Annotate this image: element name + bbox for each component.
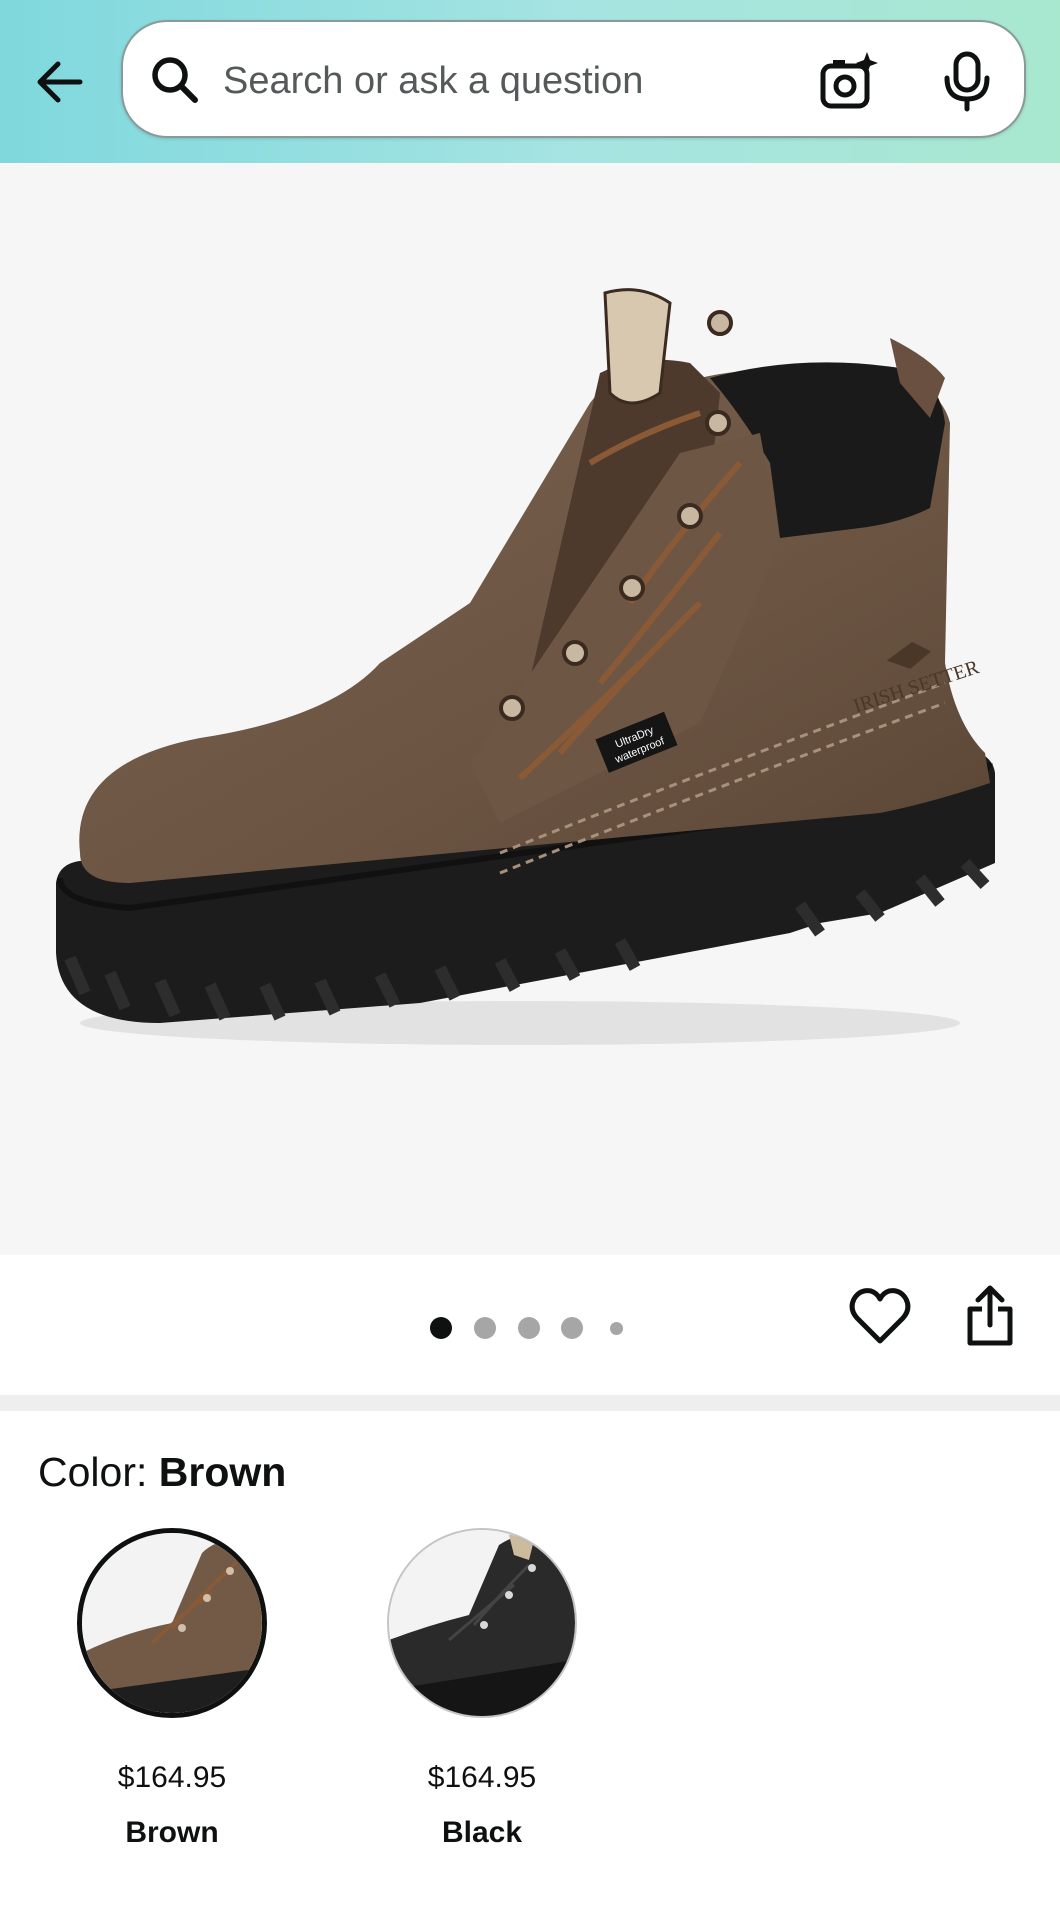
header-bar: Search or ask a question (0, 0, 1060, 163)
back-arrow-icon (37, 61, 83, 103)
swatch-name: Black (441, 1816, 523, 1849)
section-divider (0, 1395, 1060, 1411)
product-image[interactable]: UltraDry waterproof IRISH SETTER (0, 163, 1060, 1255)
pagination-dot[interactable] (474, 1317, 496, 1339)
swatch-image-black[interactable] (387, 1528, 577, 1718)
color-selected-value: Brown (158, 1449, 287, 1495)
color-label-prefix: Color: (38, 1449, 148, 1495)
swatch-price: $164.95 (427, 1761, 537, 1794)
heart-icon[interactable] (848, 1285, 912, 1349)
swatch-image-brown[interactable] (77, 1528, 267, 1718)
image-controls (0, 1255, 1060, 1395)
pagination-dot-active[interactable] (430, 1317, 452, 1339)
search-bar[interactable]: Search or ask a question (121, 20, 1026, 138)
search-icon (152, 57, 198, 103)
search-input[interactable]: Search or ask a question (223, 60, 643, 102)
microphone-icon[interactable] (941, 50, 993, 112)
swatch-price: $164.95 (117, 1761, 227, 1794)
pagination-dot[interactable] (561, 1317, 583, 1339)
color-label: Color: Brown (38, 1448, 286, 1496)
pagination-dot[interactable] (518, 1317, 540, 1339)
camera-sparkle-icon[interactable] (818, 50, 880, 112)
pagination-dot[interactable] (610, 1322, 623, 1335)
boot-illustration: UltraDry waterproof IRISH SETTER (56, 288, 995, 1045)
back-button[interactable] (28, 50, 92, 114)
swatch-name: Brown (125, 1816, 219, 1849)
share-icon[interactable] (962, 1283, 1018, 1349)
